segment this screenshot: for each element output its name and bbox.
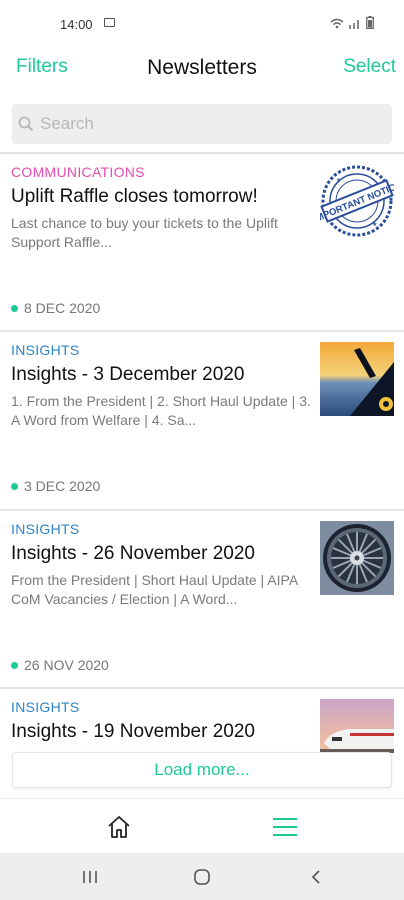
newsletter-item-insights-26-nov[interactable]: INSIGHTS Insights - 26 November 2020 Fro…: [0, 511, 404, 687]
item-date-text: 8 DEC 2020: [24, 300, 101, 316]
home-icon: [108, 816, 130, 838]
recent-apps-button[interactable]: [78, 865, 102, 889]
battery-icon: [366, 16, 374, 29]
item-description: From the President | Short Haul Update |…: [11, 572, 298, 607]
unread-dot: [11, 482, 18, 490]
home-circle-icon: [194, 869, 210, 885]
search-input[interactable]: [40, 112, 380, 136]
system-back-button[interactable]: [304, 865, 328, 889]
item-date: 8 DEC 2020: [11, 300, 100, 316]
gallery-notification-icon: [104, 18, 115, 27]
recent-apps-icon: [83, 871, 97, 883]
tab-menu[interactable]: [270, 812, 300, 842]
important-notice-stamp-image: IMPORTANT NOTICE ★ ★: [320, 164, 394, 238]
system-navigation-bar: [0, 853, 404, 900]
item-description: Last chance to buy your tickets to the U…: [11, 215, 278, 250]
jet-engine-image: [320, 521, 394, 595]
status-time: 14:00: [60, 17, 93, 32]
search-bar[interactable]: [12, 104, 392, 144]
item-date: 26 NOV 2020: [11, 657, 109, 673]
item-date-text: 26 NOV 2020: [24, 657, 109, 673]
back-icon: [311, 870, 320, 884]
app-header: Newsletters Filters Select: [0, 48, 404, 88]
item-title: Uplift Raffle closes tomorrow!: [11, 186, 258, 207]
menu-icon: [273, 818, 297, 836]
item-category: INSIGHTS: [11, 521, 80, 537]
aircraft-nose-image: [320, 699, 394, 753]
item-category: INSIGHTS: [11, 699, 80, 715]
item-category: INSIGHTS: [11, 342, 80, 358]
system-home-button[interactable]: [190, 865, 214, 889]
svg-text:★: ★: [336, 177, 341, 184]
item-date-text: 3 DEC 2020: [24, 478, 101, 494]
bottom-tab-bar: [0, 798, 404, 853]
search-icon: [18, 116, 34, 132]
status-bar: 14:00: [0, 0, 404, 48]
newsletter-item-insights-3-dec[interactable]: INSIGHTS Insights - 3 December 2020 1. F…: [0, 332, 404, 508]
signal-icon: [349, 20, 359, 29]
newsletter-item-insights-19-nov[interactable]: INSIGHTS Insights - 19 November 2020: [0, 689, 404, 753]
select-button[interactable]: Select: [343, 56, 396, 78]
newsletter-item-raffle[interactable]: COMMUNICATIONS Uplift Raffle closes tomo…: [0, 154, 404, 330]
item-category: COMMUNICATIONS: [11, 164, 145, 180]
wifi-icon: [330, 18, 344, 29]
item-title: Insights - 3 December 2020: [11, 364, 245, 385]
unread-dot: [11, 304, 18, 312]
svg-text:★: ★: [372, 221, 377, 228]
tab-home[interactable]: [104, 812, 134, 842]
item-description: 1. From the President | 2. Short Haul Up…: [11, 393, 311, 428]
unread-dot: [11, 661, 18, 669]
item-title: Insights - 26 November 2020: [11, 543, 255, 564]
filters-button[interactable]: Filters: [16, 56, 68, 78]
status-icons: [330, 16, 374, 29]
load-more-button[interactable]: Load more...: [12, 752, 392, 788]
item-title: Insights - 19 November 2020: [11, 721, 255, 742]
aircraft-wing-sunset-image: [320, 342, 394, 416]
item-date: 3 DEC 2020: [11, 478, 100, 494]
